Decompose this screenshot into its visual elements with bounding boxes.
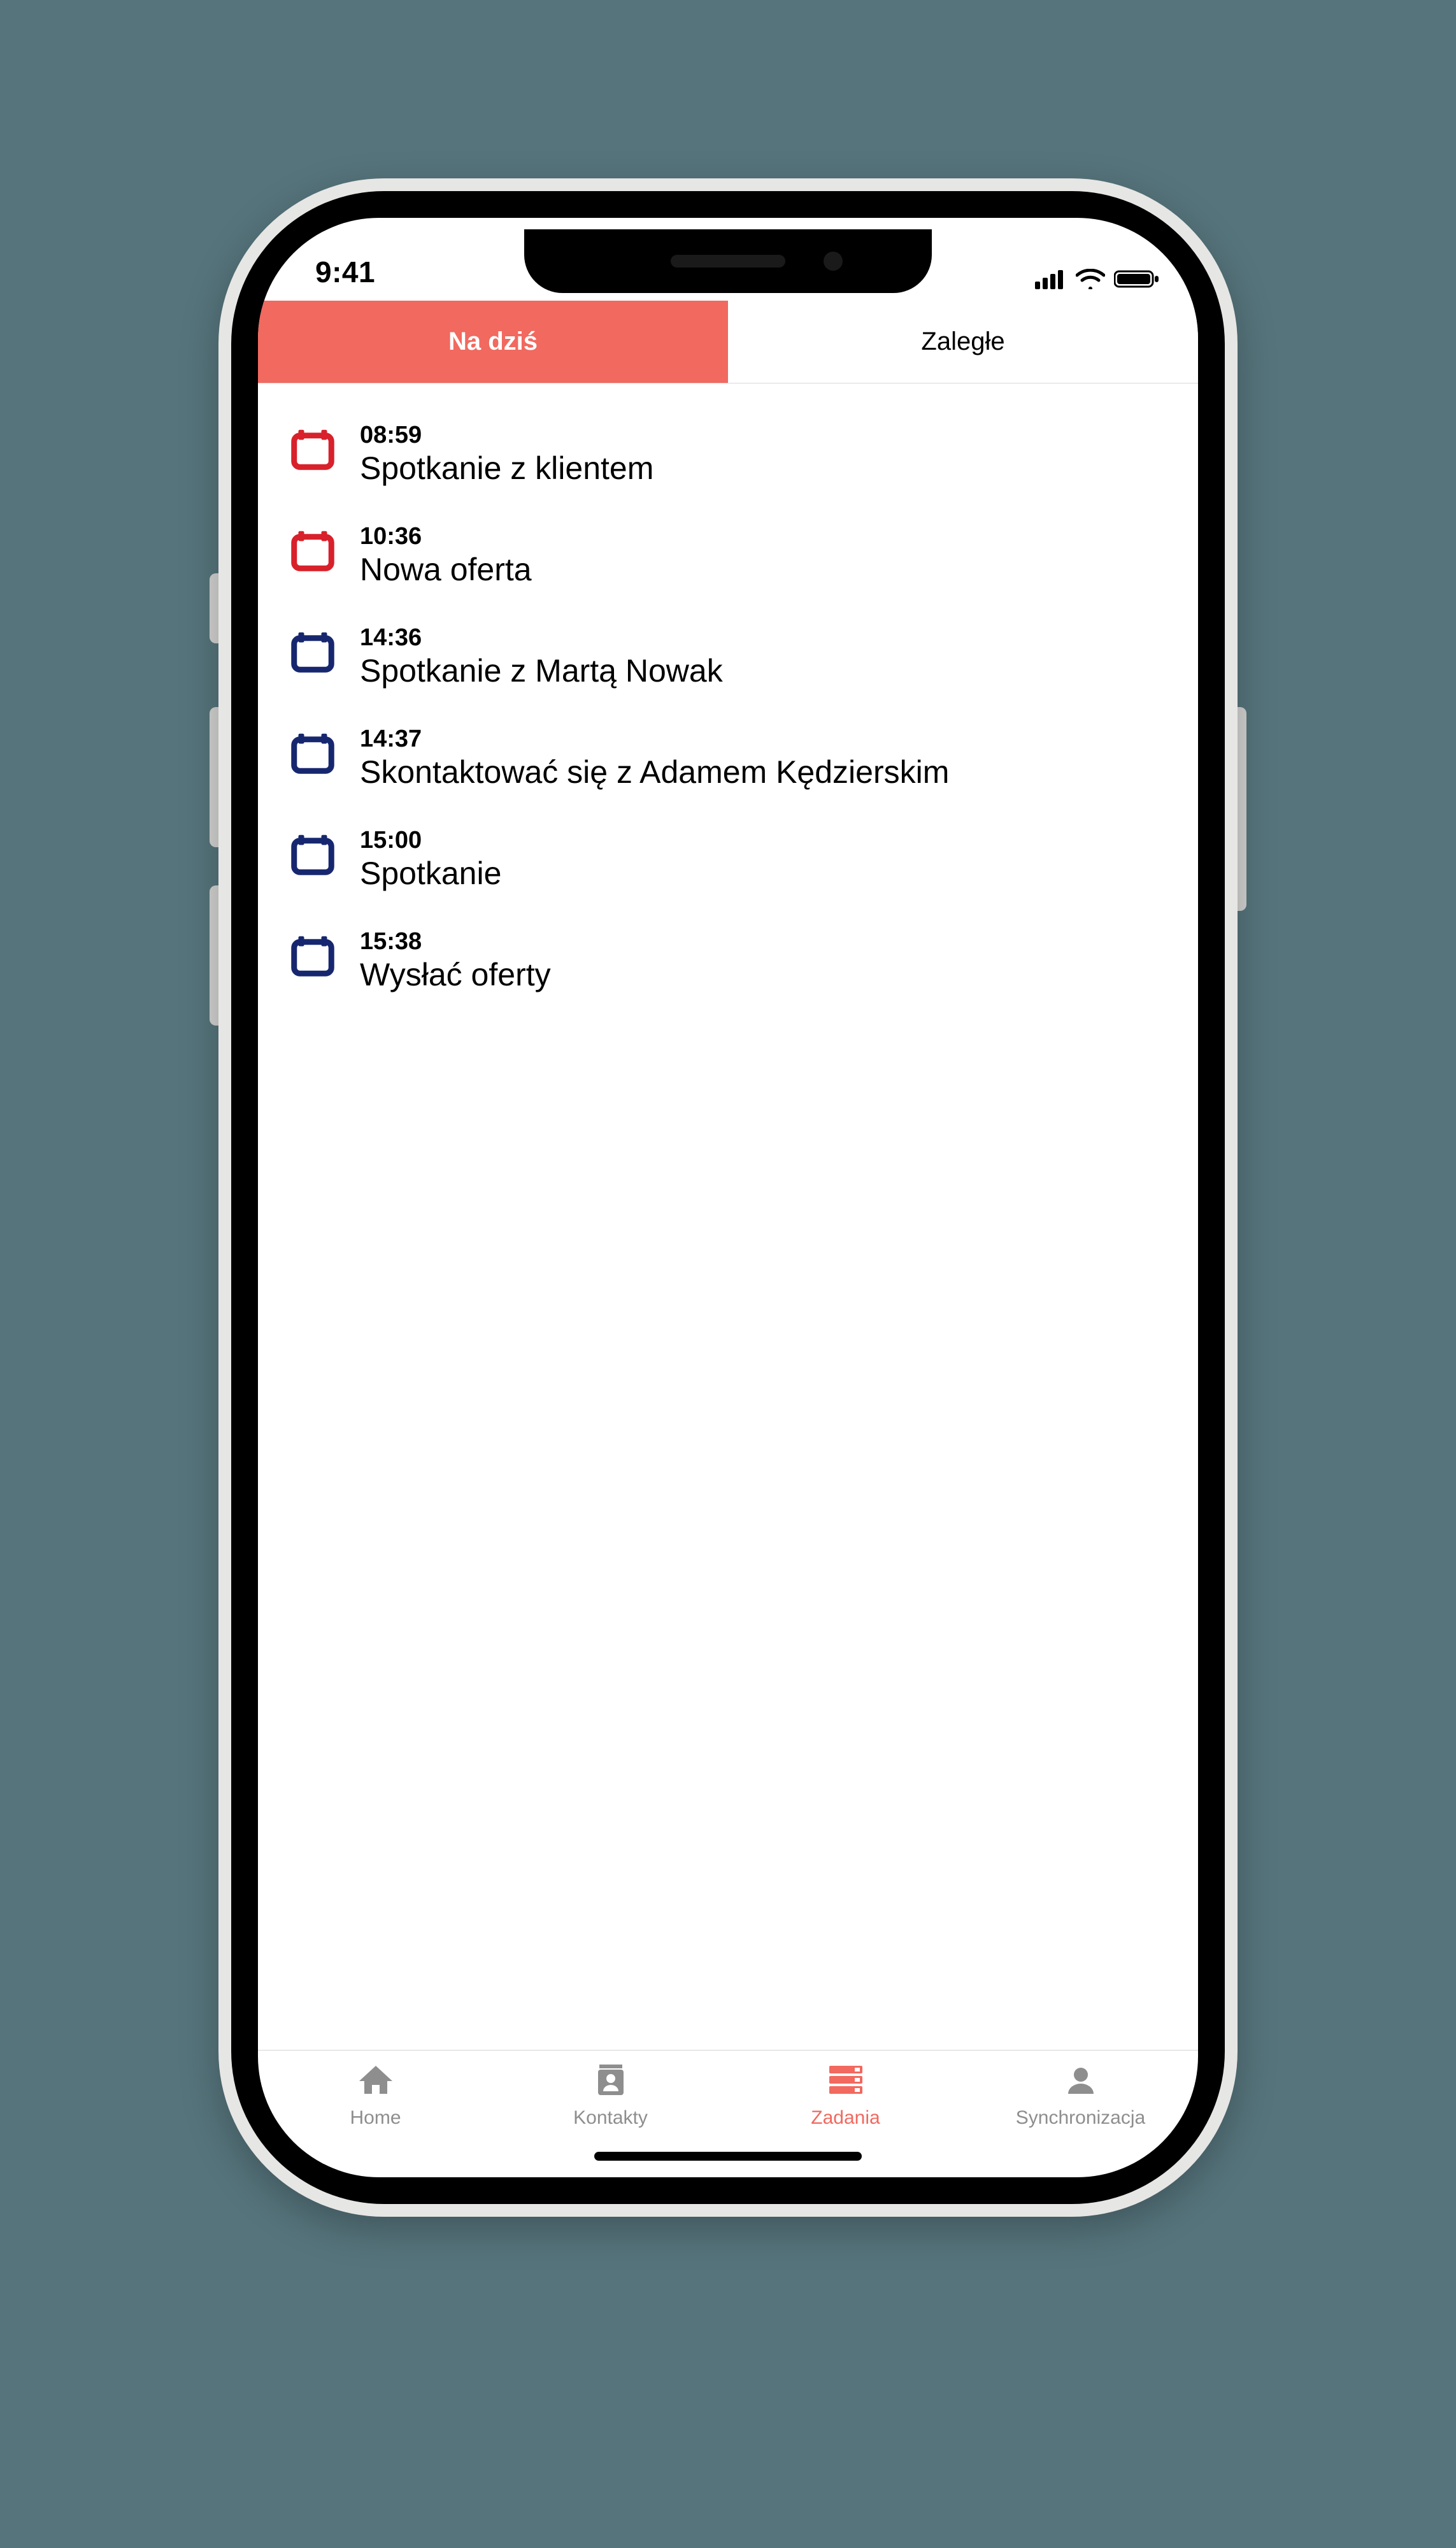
sync-icon — [1060, 2062, 1102, 2101]
task-text: 08:59 Spotkanie z klientem — [360, 422, 1173, 487]
volume-down — [210, 885, 218, 1026]
tab-overdue[interactable]: Zaległe — [728, 301, 1198, 383]
task-time: 14:36 — [360, 624, 1173, 652]
task-list: 08:59 Spotkanie z klientem 10:36 Nowa of… — [258, 383, 1198, 2050]
task-row[interactable]: 14:36 Spotkanie z Martą Nowak — [258, 606, 1198, 708]
tab-sync-label: Synchronizacja — [1016, 2107, 1145, 2129]
mute-switch — [210, 573, 218, 643]
battery-icon — [1114, 269, 1160, 289]
tab-overdue-label: Zaległe — [921, 327, 1004, 356]
volume-up — [210, 707, 218, 847]
task-time: 14:37 — [360, 726, 1173, 753]
front-camera — [824, 252, 843, 271]
task-time: 15:00 — [360, 827, 1173, 854]
cellular-icon — [1035, 269, 1067, 289]
calendar-icon — [286, 624, 339, 674]
task-text: 14:37 Skontaktować się z Adamem Kędziers… — [360, 726, 1173, 791]
calendar-icon — [286, 422, 339, 471]
task-row[interactable]: 10:36 Nowa oferta — [258, 505, 1198, 606]
tab-today[interactable]: Na dziś — [258, 301, 728, 383]
tab-today-label: Na dziś — [448, 327, 538, 356]
wifi-icon — [1076, 269, 1105, 289]
task-row[interactable]: 15:38 Wysłać oferty — [258, 910, 1198, 1012]
calendar-icon — [286, 928, 339, 978]
task-title: Spotkanie — [360, 854, 1173, 892]
task-text: 10:36 Nowa oferta — [360, 523, 1173, 589]
tab-contacts-label: Kontakty — [573, 2107, 648, 2129]
task-title: Wysłać oferty — [360, 956, 1173, 994]
tab-tasks-label: Zadania — [811, 2107, 880, 2129]
phone-frame: 9:41 — [218, 178, 1238, 2217]
task-row[interactable]: 14:37 Skontaktować się z Adamem Kędziers… — [258, 708, 1198, 809]
task-text: 14:36 Spotkanie z Martą Nowak — [360, 624, 1173, 690]
task-row[interactable]: 15:00 Spotkanie — [258, 809, 1198, 910]
task-title: Spotkanie z Martą Nowak — [360, 652, 1173, 690]
home-indicator — [594, 2152, 862, 2161]
task-time: 10:36 — [360, 523, 1173, 550]
status-time: 9:41 — [315, 255, 375, 289]
task-title: Spotkanie z klientem — [360, 449, 1173, 487]
task-time: 08:59 — [360, 422, 1173, 449]
phone-notch — [524, 229, 932, 293]
task-time: 15:38 — [360, 928, 1173, 956]
task-title: Skontaktować się z Adamem Kędzierskim — [360, 753, 1173, 791]
calendar-icon — [286, 726, 339, 775]
task-row[interactable]: 08:59 Spotkanie z klientem — [258, 404, 1198, 505]
task-title: Nowa oferta — [360, 550, 1173, 589]
contacts-icon — [590, 2062, 632, 2101]
task-text: 15:38 Wysłać oferty — [360, 928, 1173, 994]
tab-home-label: Home — [350, 2107, 401, 2129]
calendar-icon — [286, 827, 339, 877]
calendar-icon — [286, 523, 339, 573]
tasks-icon — [825, 2062, 867, 2101]
speaker-slot — [671, 255, 785, 268]
task-text: 15:00 Spotkanie — [360, 827, 1173, 892]
app-screen: 9:41 — [258, 218, 1198, 2177]
status-icons — [1035, 269, 1160, 289]
power-button — [1238, 707, 1246, 911]
home-icon — [355, 2062, 397, 2101]
segmented-control: Na dziś Zaległe — [258, 301, 1198, 383]
